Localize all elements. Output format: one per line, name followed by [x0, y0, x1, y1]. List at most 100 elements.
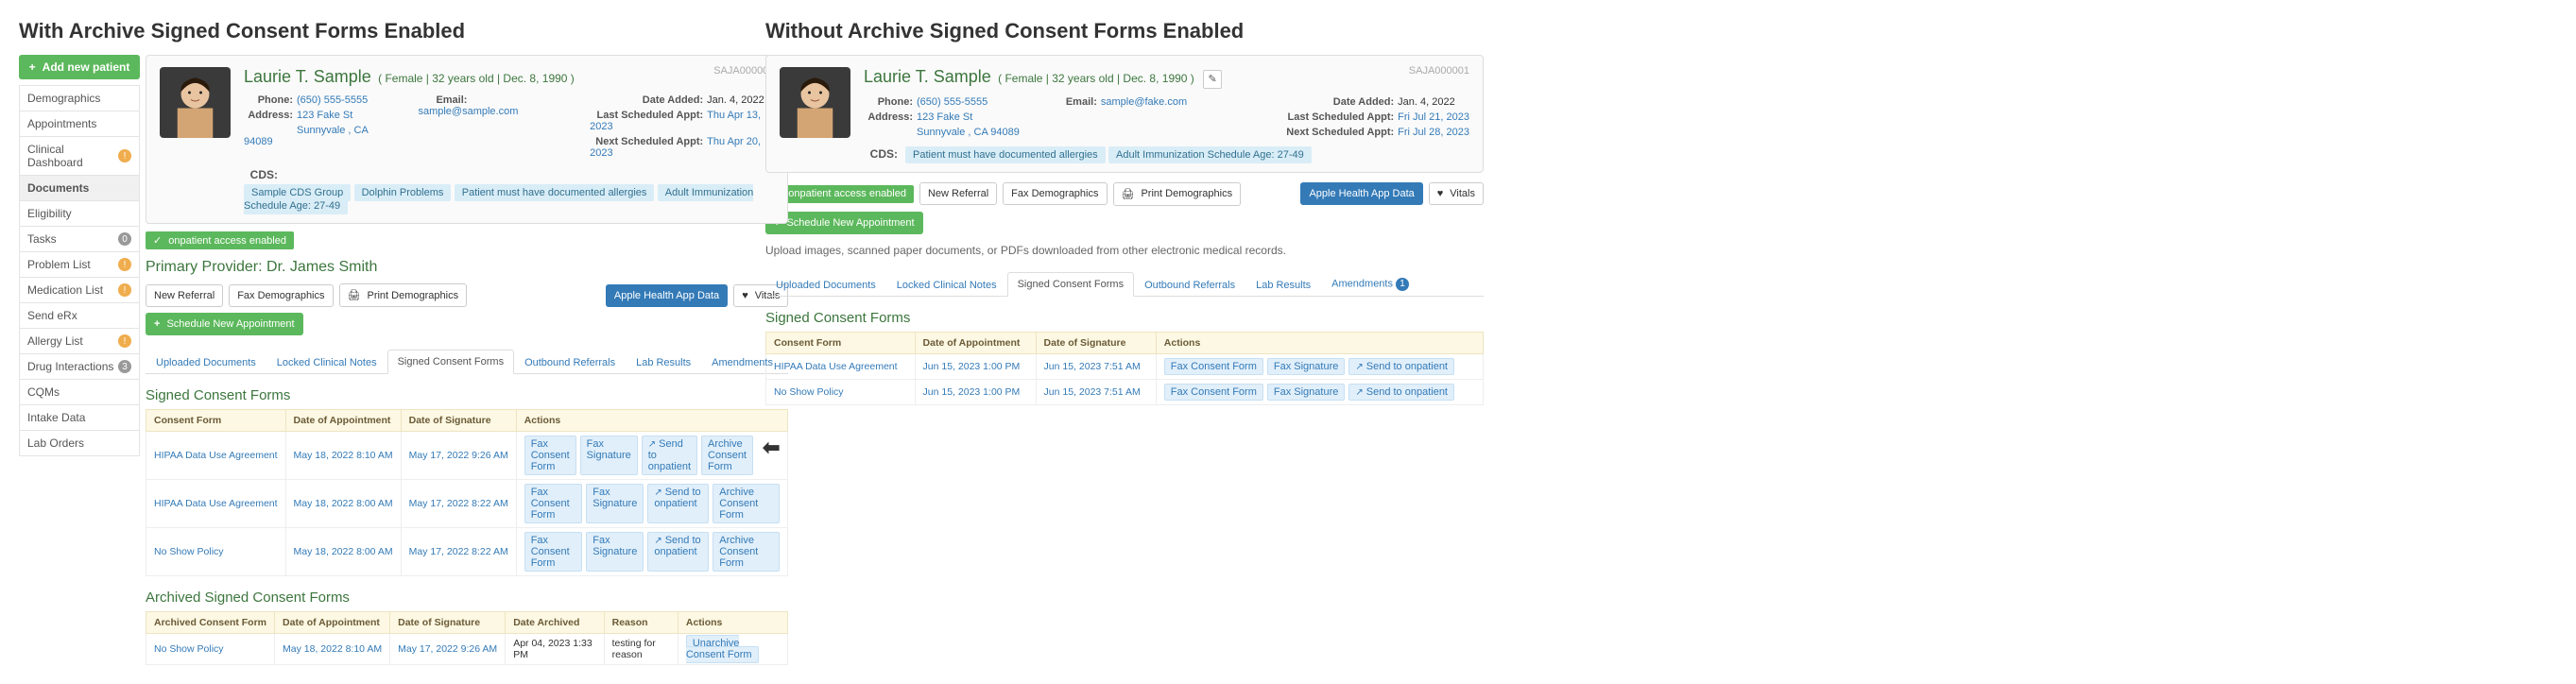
fax-signature-button[interactable]: Fax Signature — [1267, 358, 1345, 375]
sidebar-item-allergy-list[interactable]: Allergy List! — [19, 329, 140, 354]
appt-date[interactable]: Jun 15, 2023 1:00 PM — [923, 361, 1021, 372]
patient-address-1[interactable]: 123 Fake St — [917, 111, 972, 123]
sidebar-item-problem-list[interactable]: Problem List! — [19, 252, 140, 278]
patient-age: 32 years old — [1052, 72, 1113, 85]
patient-address-2[interactable]: Sunnyvale , CA 94089 — [917, 127, 1020, 138]
consent-form-link[interactable]: HIPAA Data Use Agreement — [154, 498, 278, 509]
archive-reason: testing for reason — [604, 634, 678, 665]
sidebar-item-medication-list[interactable]: Medication List! — [19, 278, 140, 303]
fax-consent-button[interactable]: Fax Consent Form — [524, 532, 583, 572]
sig-date[interactable]: May 17, 2022 9:26 AM — [409, 450, 508, 461]
tab-outbound-referrals[interactable]: Outbound Referrals — [1134, 273, 1245, 297]
tab-amendments[interactable]: Amendments 1 — [1321, 271, 1419, 297]
tab-lab-results[interactable]: Lab Results — [626, 351, 701, 374]
fax-consent-button[interactable]: Fax Consent Form — [524, 436, 576, 475]
appt-date[interactable]: Jun 15, 2023 1:00 PM — [923, 386, 1021, 398]
consent-form-link[interactable]: HIPAA Data Use Agreement — [154, 450, 278, 461]
consent-form-link[interactable]: No Show Policy — [774, 386, 844, 398]
tab-locked-clinical-notes[interactable]: Locked Clinical Notes — [886, 273, 1007, 297]
consent-form-link[interactable]: No Show Policy — [154, 643, 224, 655]
sidebar-item-clinical-dashboard[interactable]: Clinical Dashboard! — [19, 137, 140, 176]
tab-uploaded-documents[interactable]: Uploaded Documents — [765, 273, 886, 297]
panel-title: With Archive Signed Consent Forms Enable… — [19, 19, 718, 43]
sig-date[interactable]: Jun 15, 2023 7:51 AM — [1044, 361, 1141, 372]
patient-address-2[interactable]: Sunnyvale , CA 94089 — [244, 125, 368, 147]
patient-email[interactable]: sample@sample.com — [418, 106, 518, 117]
sidebar-item-eligibility[interactable]: Eligibility — [19, 201, 140, 227]
fax-signature-button[interactable]: Fax Signature — [580, 436, 638, 475]
fax-signature-button[interactable]: Fax Signature — [1267, 384, 1345, 401]
new-referral-button[interactable]: New Referral — [146, 284, 223, 307]
archive-consent-button[interactable]: Archive Consent Form — [701, 436, 753, 475]
patient-phone[interactable]: (650) 555-5555 — [297, 94, 368, 106]
patient-email[interactable]: sample@fake.com — [1101, 96, 1187, 108]
print-demographics-button[interactable]: Print Demographics — [339, 283, 468, 307]
fax-consent-button[interactable]: Fax Consent Form — [1164, 384, 1263, 401]
tab-outbound-referrals[interactable]: Outbound Referrals — [514, 351, 626, 374]
fax-consent-button[interactable]: Fax Consent Form — [1164, 358, 1263, 375]
archive-consent-button[interactable]: Archive Consent Form — [713, 484, 780, 523]
tab-signed-consent-forms[interactable]: Signed Consent Forms — [1007, 272, 1135, 297]
fax-consent-button[interactable]: Fax Consent Form — [524, 484, 583, 523]
patient-gender: Female — [385, 72, 422, 85]
appt-date[interactable]: May 18, 2022 8:10 AM — [283, 643, 382, 655]
next-appt-label: Next Scheduled Appt: — [1280, 127, 1394, 138]
sig-date[interactable]: May 17, 2022 8:22 AM — [409, 546, 508, 557]
sidebar-item-drug-interactions[interactable]: Drug Interactions3 — [19, 354, 140, 380]
sidebar-item-lab-orders[interactable]: Lab Orders — [19, 431, 140, 456]
sidebar-item-send-erx[interactable]: Send eRx — [19, 303, 140, 329]
new-referral-button[interactable]: New Referral — [919, 182, 997, 205]
sig-date[interactable]: Jun 15, 2023 7:51 AM — [1044, 386, 1141, 398]
fax-signature-button[interactable]: Fax Signature — [586, 532, 644, 572]
apple-health-button[interactable]: Apple Health App Data — [1300, 182, 1422, 205]
appt-date[interactable]: May 18, 2022 8:00 AM — [294, 546, 393, 557]
date-added: Jan. 4, 2022 — [707, 94, 764, 106]
tab-uploaded-documents[interactable]: Uploaded Documents — [146, 351, 266, 374]
fax-demographics-button[interactable]: Fax Demographics — [229, 284, 333, 307]
vitals-button[interactable]: Vitals — [1429, 182, 1484, 205]
send-onpatient-button[interactable]: Send to onpatient — [1348, 358, 1454, 375]
consent-form-link[interactable]: No Show Policy — [154, 546, 224, 557]
sidebar-item-documents[interactable]: Documents — [19, 176, 140, 201]
sidebar-item-intake-data[interactable]: Intake Data — [19, 405, 140, 431]
appt-date[interactable]: May 18, 2022 8:10 AM — [294, 450, 393, 461]
sidebar-item-demographics[interactable]: Demographics — [19, 85, 140, 111]
sidebar-item-tasks[interactable]: Tasks0 — [19, 227, 140, 252]
fax-demographics-button[interactable]: Fax Demographics — [1003, 182, 1107, 205]
tab-locked-clinical-notes[interactable]: Locked Clinical Notes — [266, 351, 387, 374]
send-onpatient-button[interactable]: Send to onpatient — [1348, 384, 1454, 401]
schedule-appointment-button[interactable]: Schedule New Appointment — [146, 313, 303, 335]
sidebar-item-cqms[interactable]: CQMs — [19, 380, 140, 405]
unarchive-button[interactable]: Unarchive Consent Form — [686, 635, 759, 663]
cds-tag[interactable]: Patient must have documented allergies — [455, 184, 655, 201]
cds-tag[interactable]: Dolphin Problems — [354, 184, 452, 201]
patient-phone[interactable]: (650) 555-5555 — [917, 96, 987, 108]
tab-signed-consent-forms[interactable]: Signed Consent Forms — [387, 350, 515, 374]
add-patient-button[interactable]: Add new patient — [19, 55, 140, 79]
apple-health-button[interactable]: Apple Health App Data — [606, 284, 728, 307]
sig-date[interactable]: May 17, 2022 8:22 AM — [409, 498, 508, 509]
print-demographics-button[interactable]: Print Demographics — [1113, 182, 1242, 206]
tab-lab-results[interactable]: Lab Results — [1245, 273, 1321, 297]
archive-consent-button[interactable]: Archive Consent Form — [713, 532, 780, 572]
patient-toolbar: New Referral Fax Demographics Print Demo… — [146, 283, 788, 335]
last-appt[interactable]: Fri Jul 21, 2023 — [1398, 111, 1469, 123]
patient-address-1[interactable]: 123 Fake St — [297, 110, 352, 121]
cds-tag[interactable]: Adult Immunization Schedule Age: 27-49 — [1108, 146, 1312, 163]
send-onpatient-button[interactable]: Send to onpatient — [647, 484, 709, 523]
column-header: Date of Appointment — [915, 332, 1036, 353]
fax-signature-button[interactable]: Fax Signature — [586, 484, 644, 523]
count-badge: ! — [118, 149, 131, 162]
sidebar-item-appointments[interactable]: Appointments — [19, 111, 140, 137]
sig-date[interactable]: May 17, 2022 9:26 AM — [398, 643, 497, 655]
schedule-appointment-button[interactable]: Schedule New Appointment — [765, 212, 923, 234]
upload-hint: Upload images, scanned paper documents, … — [765, 244, 1484, 257]
cds-tag[interactable]: Patient must have documented allergies — [905, 146, 1106, 163]
edit-patient-icon[interactable]: ✎ — [1203, 70, 1222, 89]
appt-date[interactable]: May 18, 2022 8:00 AM — [294, 498, 393, 509]
tab-amendments[interactable]: Amendments — [701, 351, 783, 374]
consent-form-link[interactable]: HIPAA Data Use Agreement — [774, 361, 898, 372]
next-appt[interactable]: Fri Jul 28, 2023 — [1398, 127, 1469, 138]
send-onpatient-button[interactable]: Send to onpatient — [642, 436, 697, 475]
send-onpatient-button[interactable]: Send to onpatient — [647, 532, 709, 572]
